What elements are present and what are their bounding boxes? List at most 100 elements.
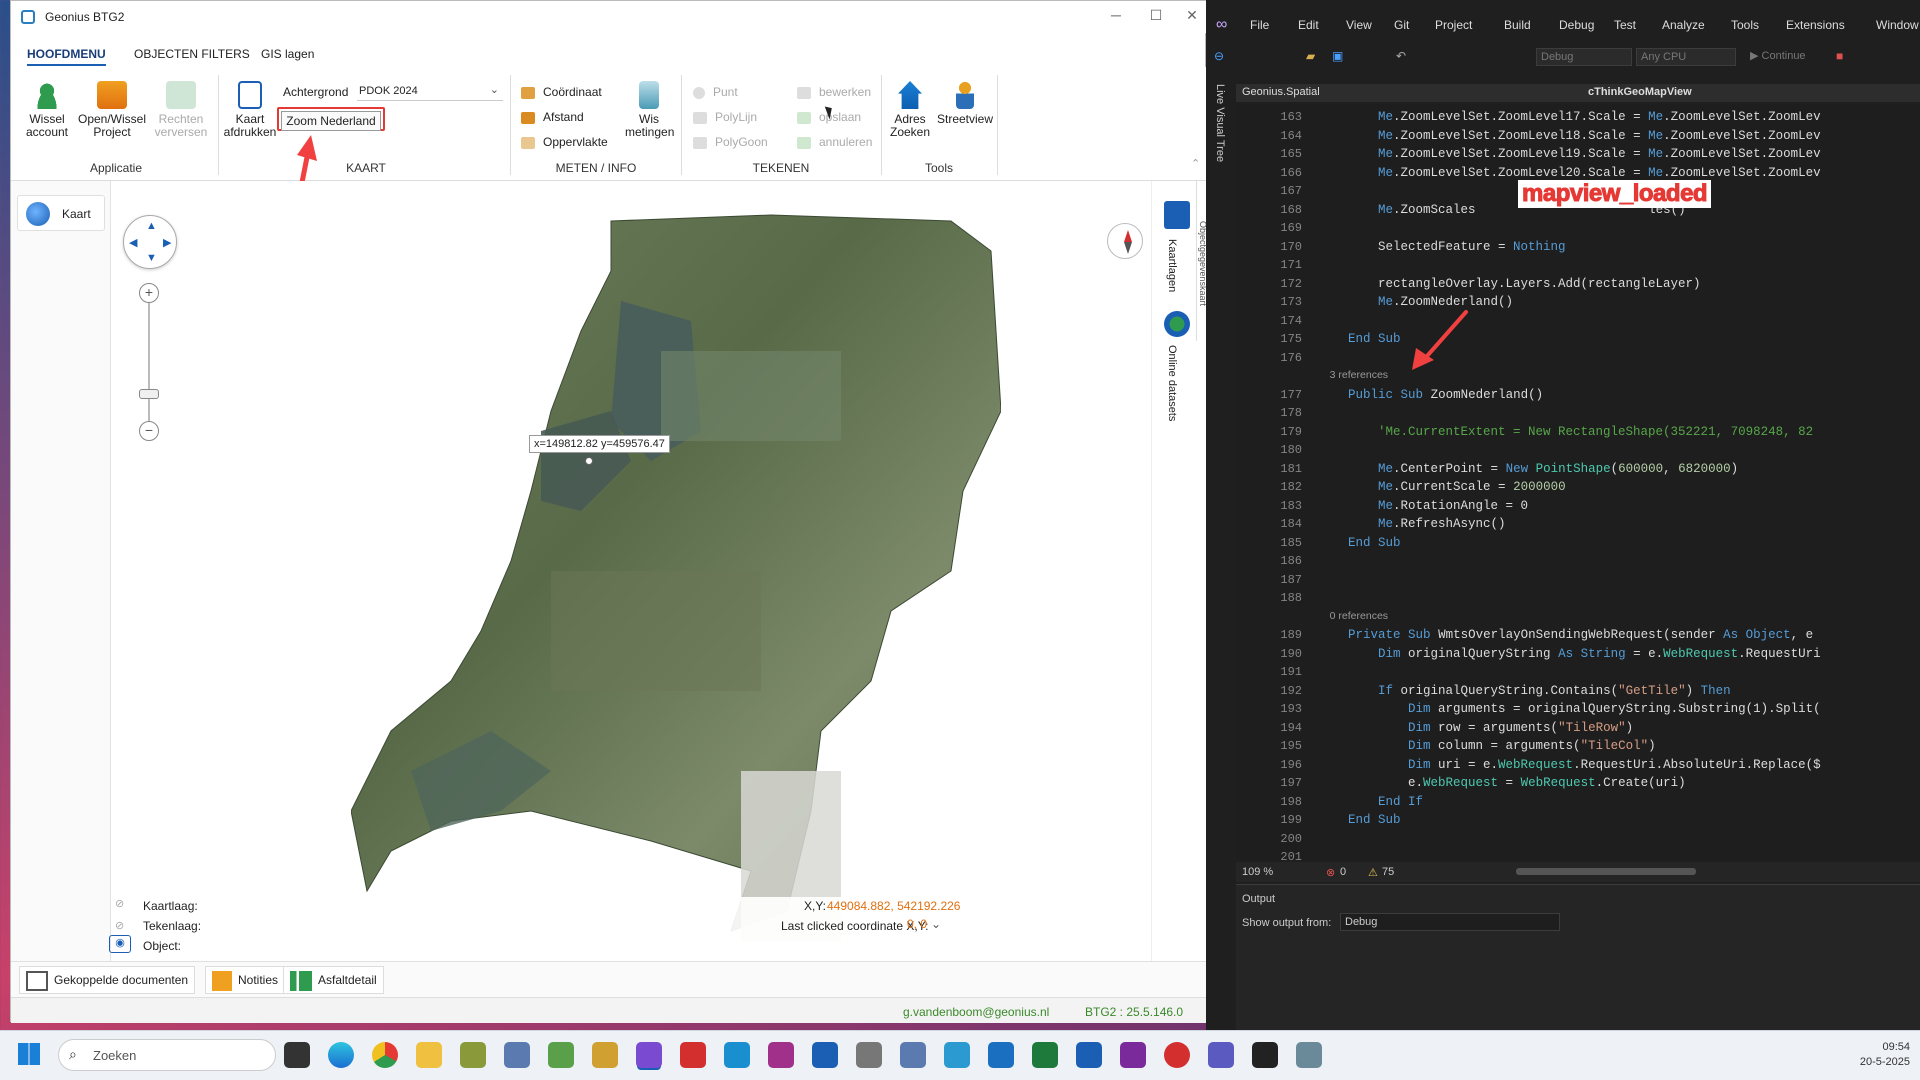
kaart-afdrukken-button[interactable]: Kaart afdrukken (223, 81, 277, 139)
chrome-icon[interactable] (372, 1042, 398, 1068)
undo-icon[interactable]: ↶ (1396, 49, 1406, 63)
codelens-references[interactable]: 3 references (1318, 369, 1388, 381)
vs-menu-analyze[interactable]: Analyze (1662, 18, 1705, 32)
collapse-ribbon-icon[interactable]: ⌃ (1191, 157, 1200, 170)
maximize-button[interactable]: ☐ (1141, 7, 1171, 27)
sidebar-item-kaart[interactable]: Kaart (17, 195, 105, 231)
zoom-slider-thumb[interactable] (139, 389, 159, 399)
gekoppelde-documenten-button[interactable]: Gekoppelde documenten (19, 966, 196, 994)
config-dropdown[interactable]: Debug (1536, 48, 1632, 66)
pan-down-icon[interactable]: ▼ (146, 252, 157, 264)
chevron-down-icon[interactable]: ⌄ (931, 917, 941, 931)
online-datasets-icon[interactable] (1164, 311, 1190, 337)
tab-online-datasets[interactable]: Online datasets (1166, 345, 1178, 421)
close-button[interactable]: ✕ (1177, 7, 1207, 27)
app-icon[interactable] (548, 1042, 574, 1068)
zoom-out-button[interactable]: − (139, 421, 159, 441)
minimize-button[interactable]: ─ (1101, 7, 1131, 27)
geonius-icon[interactable] (944, 1042, 970, 1068)
rechten-verversen-button[interactable]: Rechten verversen (151, 81, 211, 139)
vs-menu-edit[interactable]: Edit (1298, 18, 1319, 32)
edge-icon[interactable] (328, 1042, 354, 1068)
open-folder-icon[interactable]: ▰ (1306, 49, 1315, 63)
tab-gis-lagen[interactable]: GIS lagen (261, 47, 314, 61)
oppervlakte-button[interactable]: Oppervlakte (521, 135, 608, 149)
app-icon[interactable] (592, 1042, 618, 1068)
app-icon[interactable] (856, 1042, 882, 1068)
afstand-button[interactable]: Afstand (521, 110, 584, 124)
notities-button[interactable]: Notities (205, 966, 286, 994)
coordinaat-button[interactable]: Coördinaat (521, 85, 602, 99)
compass-icon[interactable] (1107, 223, 1143, 259)
achtergrond-select[interactable]: PDOK 2024 ⌄ (357, 81, 503, 101)
terminal-icon[interactable] (1252, 1042, 1278, 1068)
vs-menu-tools[interactable]: Tools (1731, 18, 1759, 32)
horizontal-scrollbar[interactable] (1516, 868, 1696, 875)
app-icon[interactable] (460, 1042, 486, 1068)
eye-icon[interactable]: ◉ (109, 935, 131, 953)
taskbar-search[interactable]: ⌕ Zoeken (58, 1039, 276, 1071)
start-icon[interactable] (18, 1043, 40, 1065)
save-icon[interactable]: ▣ (1332, 49, 1343, 63)
wis-metingen-button[interactable]: Wis metingen (625, 81, 674, 139)
vs-menu-extensions[interactable]: Extensions (1786, 18, 1845, 32)
asfaltdetail-button[interactable]: Asfaltdetail (283, 966, 384, 994)
code-editor[interactable]: Me.ZoomLevelSet.ZoomLevel17.Scale = Me.Z… (1318, 104, 1920, 860)
pan-right-icon[interactable]: ▶ (163, 236, 171, 249)
layers-icon[interactable] (1164, 201, 1190, 229)
adres-zoeken-button[interactable]: Adres Zoeken (885, 81, 935, 139)
excel-icon[interactable] (1032, 1042, 1058, 1068)
calculator-icon[interactable] (900, 1042, 926, 1068)
project-dropdown[interactable]: Geonius.Spatial (1242, 86, 1320, 98)
vs-menu-debug[interactable]: Debug (1559, 18, 1594, 32)
stop-icon[interactable]: ■ (1836, 49, 1843, 63)
member-dropdown[interactable]: cThinkGeoMapView (1588, 86, 1692, 98)
live-visual-tree-tab[interactable]: Live Visual Tree (1214, 84, 1226, 162)
pan-left-icon[interactable]: ◀ (129, 236, 137, 249)
map-view[interactable]: ▲ ▼ ◀ ▶ + − x=149812.82 y=459576.47 ⊘ Ka… (109, 181, 1151, 961)
annuleren-button[interactable]: annuleren (797, 135, 872, 149)
tab-hoofdmenu[interactable]: HOOFDMENU (27, 47, 106, 66)
polygoon-button[interactable]: PolyGoon (693, 135, 768, 149)
task-view-icon[interactable] (284, 1042, 310, 1068)
app-icon[interactable] (768, 1042, 794, 1068)
app-icon[interactable] (1164, 1042, 1190, 1068)
app-icon[interactable] (724, 1042, 750, 1068)
zoom-nederland-button[interactable]: Zoom Nederland (277, 107, 385, 131)
vs-menu-project[interactable]: Project (1435, 18, 1472, 32)
word-icon[interactable] (1076, 1042, 1102, 1068)
nav-back-icon[interactable]: ⊖ (1214, 49, 1224, 63)
error-count[interactable]: 0 (1340, 866, 1346, 878)
onenote-icon[interactable] (1120, 1042, 1146, 1068)
zoom-in-button[interactable]: + (139, 283, 159, 303)
output-source-dropdown[interactable]: Debug (1340, 913, 1560, 931)
platform-dropdown[interactable]: Any CPU (1636, 48, 1736, 66)
streetview-button[interactable]: Streetview (937, 81, 993, 126)
vs-menu-window[interactable]: Window (1876, 18, 1919, 32)
punt-button[interactable]: Punt (693, 85, 738, 99)
vs-menu-view[interactable]: View (1346, 18, 1372, 32)
store-icon[interactable] (812, 1042, 838, 1068)
teams-icon[interactable] (1208, 1042, 1234, 1068)
continue-button[interactable]: ▶ Continue (1750, 49, 1806, 62)
tab-kaartlagen[interactable]: Kaartlagen (1166, 239, 1178, 292)
pan-up-icon[interactable]: ▲ (146, 220, 157, 232)
bewerken-button[interactable]: bewerken (797, 85, 871, 99)
acrobat-icon[interactable] (680, 1042, 706, 1068)
vs-menu-file[interactable]: File (1250, 18, 1269, 32)
visual-studio-icon[interactable] (636, 1042, 662, 1068)
outlook-icon[interactable] (988, 1042, 1014, 1068)
app-icon[interactable] (504, 1042, 530, 1068)
vs-menu-build[interactable]: Build (1504, 18, 1531, 32)
vs-menu-git[interactable]: Git (1394, 18, 1409, 32)
wissel-account-button[interactable]: Wissel account (21, 81, 73, 139)
open-wissel-project-button[interactable]: Open/Wissel Project (77, 81, 147, 139)
pan-control[interactable]: ▲ ▼ ◀ ▶ (123, 215, 177, 269)
vs-menu-test[interactable]: Test (1614, 18, 1636, 32)
zoom-slider-track[interactable] (148, 303, 150, 433)
taskbar-clock[interactable]: 09:54 20-5-2025 (1840, 1040, 1910, 1070)
file-explorer-icon[interactable] (416, 1042, 442, 1068)
app-icon[interactable] (1296, 1042, 1322, 1068)
warning-count[interactable]: 75 (1382, 866, 1394, 878)
tab-objecten-filters[interactable]: OBJECTEN FILTERS (134, 47, 250, 61)
